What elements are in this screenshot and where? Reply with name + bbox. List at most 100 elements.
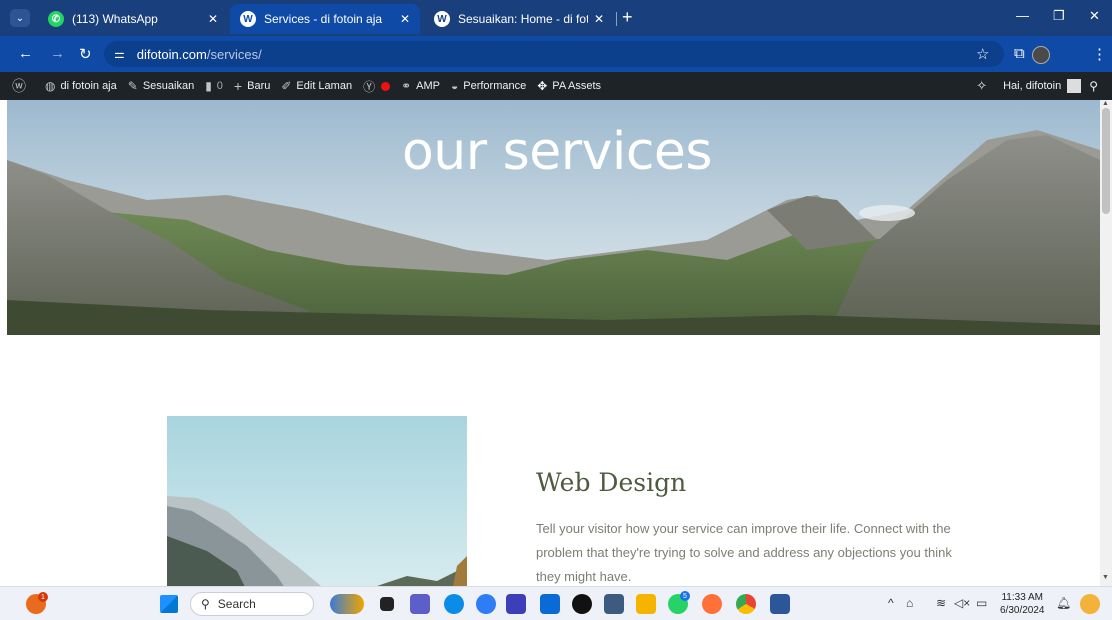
whatsapp-badge: 5 <box>680 591 690 601</box>
copilot-tray-icon[interactable] <box>1080 594 1100 614</box>
task-view-icon[interactable] <box>380 597 394 611</box>
site-name-item[interactable]: ◍ di fotoin aja <box>45 79 117 93</box>
yoast-icon: Ⓨ <box>363 79 376 94</box>
edit-page-item[interactable]: ✐ Edit Laman <box>281 79 352 93</box>
battery-icon[interactable]: ▭ <box>976 596 987 610</box>
service-title: Web Design <box>536 468 687 497</box>
page-scrollbar[interactable]: ▲ ▼ <box>1100 100 1112 586</box>
plus-icon: + <box>233 78 243 94</box>
media-player-icon[interactable] <box>572 594 592 614</box>
wordpress-icon: W <box>240 11 256 27</box>
hero-banner: our services <box>7 100 1100 335</box>
site-name-label: di fotoin aja <box>60 80 117 92</box>
tab-separator <box>616 12 617 26</box>
camera-icon[interactable] <box>604 594 624 614</box>
profile-avatar[interactable] <box>1032 46 1050 64</box>
dashboard-icon: ◍ <box>45 79 56 93</box>
comment-icon: ▮ <box>205 79 212 93</box>
copilot-icon[interactable] <box>476 594 496 614</box>
tab-whatsapp[interactable]: ✆ (113) WhatsApp ✕ <box>38 4 228 34</box>
minimize-icon[interactable]: — <box>1016 8 1029 23</box>
tab-title: (113) WhatsApp <box>72 12 158 26</box>
scrollbar-thumb[interactable] <box>1102 108 1110 214</box>
wifi-icon[interactable]: ≋ <box>936 596 946 610</box>
tab-title: Services - di fotoin aja <box>264 12 383 26</box>
wordpress-icon: W <box>434 11 450 27</box>
back-icon[interactable]: ← <box>18 45 33 62</box>
browser-tab-strip: ⌄ ✆ (113) WhatsApp ✕ W Services - di fot… <box>0 0 1112 36</box>
taskbar-search[interactable]: ⚲ Search <box>190 592 314 616</box>
close-icon[interactable]: ✕ <box>400 12 410 26</box>
page-content: our services Web Design Tell your visito… <box>0 100 1100 586</box>
extensions-icon[interactable]: ⧉ <box>1014 45 1025 62</box>
customize-item[interactable]: ✎ Sesuaikan <box>128 79 194 93</box>
service-image <box>167 416 467 586</box>
word-icon[interactable] <box>770 594 790 614</box>
widgets-icon[interactable] <box>330 594 364 614</box>
customize-label: Sesuaikan <box>142 80 195 92</box>
edit-page-label: Edit Laman <box>296 80 353 92</box>
mail-icon[interactable] <box>540 594 560 614</box>
close-icon[interactable]: ✕ <box>594 12 604 26</box>
network-tray-icon[interactable]: ⌂ <box>906 596 913 610</box>
tab-search-button[interactable]: ⌄ <box>10 9 30 27</box>
more-menu-icon[interactable]: ⋮ <box>1092 45 1107 63</box>
comments-item[interactable]: ▮ 0 <box>205 79 223 93</box>
whatsapp-icon: ✆ <box>48 11 64 27</box>
edge-icon[interactable] <box>444 594 464 614</box>
search-placeholder: Search <box>217 597 256 611</box>
window-close-icon[interactable]: ✕ <box>1089 8 1100 24</box>
new-item[interactable]: + Baru <box>234 78 270 94</box>
wp-logo-icon[interactable]: ⓦ <box>12 76 31 96</box>
service-description: Tell your visitor how your service can i… <box>536 521 952 584</box>
forward-icon[interactable]: → <box>50 45 65 62</box>
close-icon[interactable]: ✕ <box>208 12 218 26</box>
restore-icon[interactable]: ❐ <box>1053 8 1065 24</box>
site-settings-icon[interactable]: ⚌ <box>114 47 125 61</box>
scroll-up-icon[interactable]: ▲ <box>1102 100 1109 107</box>
amp-item[interactable]: ⚭ AMP <box>401 79 440 93</box>
comments-count: 0 <box>216 80 223 92</box>
volume-muted-icon[interactable]: ◁× <box>954 596 970 610</box>
system-clock[interactable]: 11:33 AM 6/30/2024 <box>1000 591 1045 617</box>
pa-assets-item[interactable]: ✥ PA Assets <box>537 79 601 93</box>
teams-icon[interactable] <box>410 594 430 614</box>
app-icon[interactable] <box>506 594 526 614</box>
url-domain: difotoin.com <box>136 46 207 62</box>
tab-title: Sesuaikan: Home - di fotoin aja <box>458 12 588 26</box>
new-label: Baru <box>247 80 271 92</box>
assets-icon: ✥ <box>537 79 548 93</box>
firefox-icon[interactable] <box>702 594 722 614</box>
account-greeting[interactable]: Hai, difotoin <box>1003 80 1061 92</box>
new-tab-button[interactable]: + <box>622 8 633 26</box>
amp-label: AMP <box>416 80 440 92</box>
user-avatar[interactable] <box>1067 79 1082 93</box>
yoast-item[interactable]: Ⓨ <box>363 78 391 95</box>
clock-time: 11:33 AM <box>1001 592 1043 603</box>
address-bar[interactable]: ⚌ difotoin.com/services/ <box>104 41 1004 67</box>
tab-customize[interactable]: W Sesuaikan: Home - di fotoin aja ✕ <box>424 4 614 34</box>
seo-status-dot <box>381 81 391 91</box>
show-hidden-icons[interactable]: ^ <box>888 596 894 610</box>
performance-item[interactable]: ◒ Performance <box>451 79 526 93</box>
notification-badge: 1 <box>38 592 48 602</box>
scroll-down-icon[interactable]: ▼ <box>1102 574 1109 581</box>
file-explorer-icon[interactable] <box>636 594 656 614</box>
performance-icon: ◒ <box>451 79 459 93</box>
tab-services[interactable]: W Services - di fotoin aja ✕ <box>230 4 420 34</box>
brush-icon: ✎ <box>127 79 138 93</box>
search-icon[interactable]: ⚲ <box>1089 79 1098 93</box>
chrome-icon[interactable] <box>736 594 756 614</box>
pa-assets-label: PA Assets <box>552 80 602 92</box>
ai-sparkle-icon[interactable]: ✧ <box>976 78 987 94</box>
wp-admin-bar: ⓦ ◍ di fotoin aja ✎ Sesuaikan ▮ 0 + Baru ✐ Ed… <box>0 72 1112 100</box>
search-icon: ⚲ <box>201 597 210 611</box>
notification-bell-icon[interactable]: 🔔︎ <box>1056 596 1071 610</box>
windows-taskbar: 1 ⚲ Search 5 ^ ⌂ ≋ ◁× ▭ 11:33 AM 6/30/20… <box>0 586 1112 620</box>
windows-start-icon[interactable] <box>160 595 178 613</box>
clock-date: 6/30/2024 <box>1000 605 1045 616</box>
bookmark-star-icon[interactable]: ☆ <box>976 45 989 63</box>
reload-icon[interactable]: ↻ <box>79 45 92 63</box>
link-icon: ⚭ <box>401 79 412 93</box>
mountain-photo <box>167 416 467 586</box>
